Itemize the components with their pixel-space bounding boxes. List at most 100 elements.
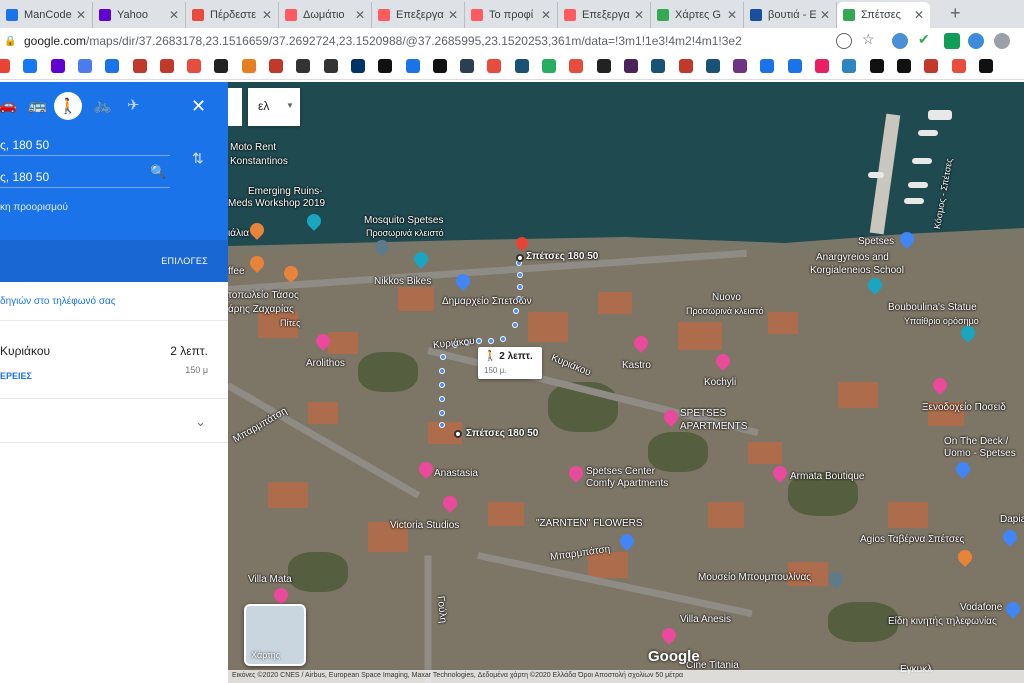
bookmark-icon[interactable] — [487, 59, 502, 73]
place-label[interactable]: Bouboulina's Statue — [888, 302, 977, 313]
bookmark-icon[interactable] — [678, 59, 693, 73]
place-label[interactable]: Villa Mata — [248, 574, 292, 585]
bookmark-icon[interactable] — [815, 59, 829, 73]
language-selector[interactable]: ελ ▼ — [248, 88, 300, 126]
place-label[interactable]: Moto Rent — [230, 142, 276, 153]
transit-mode-icon[interactable]: 🚌 — [28, 96, 47, 114]
place-label[interactable]: τοπωλείο Τάσος — [228, 290, 299, 301]
bookmark-icon[interactable] — [896, 59, 911, 73]
close-tab-icon[interactable]: ✕ — [727, 8, 737, 22]
walk-mode-icon[interactable]: 🚶 — [54, 92, 82, 120]
bookmark-icon[interactable] — [350, 59, 365, 73]
walk-time-callout[interactable]: 🚶 2 λεπτ. 150 μ. — [478, 347, 542, 379]
close-tab-icon[interactable]: ✕ — [262, 8, 272, 22]
place-label[interactable]: On The Deck / — [944, 436, 1008, 447]
bookmark-icon[interactable] — [787, 59, 802, 73]
place-label[interactable]: Victoria Studios — [390, 520, 459, 531]
place-label[interactable]: Kastro — [622, 360, 651, 371]
origin-label[interactable]: Σπέτσες 180 50 — [466, 428, 538, 439]
bookmark-icon[interactable] — [623, 59, 638, 73]
bookmark-icon[interactable] — [705, 59, 720, 73]
satellite-map[interactable]: ελ ▼ Σπέτσες 180 50 Σπέτσες 180 50 🚶 2 λε… — [228, 82, 1024, 683]
bookmark-icon[interactable] — [924, 59, 939, 73]
extension-icon[interactable] — [968, 33, 984, 49]
bookmark-icon[interactable] — [405, 59, 420, 73]
bookmark-icon[interactable] — [296, 59, 311, 73]
extension-cloud-icon[interactable] — [892, 33, 908, 49]
place-label[interactable]: Konstantinos — [230, 156, 288, 167]
close-tab-icon[interactable]: ✕ — [76, 8, 86, 22]
browser-tab[interactable]: Επεξεργα ✕ — [558, 2, 651, 28]
search-icon[interactable]: 🔍 — [150, 164, 166, 180]
browser-tab[interactable]: Δωμάτιο ✕ — [279, 2, 372, 28]
bike-mode-icon[interactable]: 🚲 — [93, 96, 112, 114]
place-label[interactable]: Villa Anesis — [680, 614, 731, 625]
car-mode-icon[interactable]: 🚗 — [0, 96, 17, 114]
place-label[interactable]: SPETSES — [680, 408, 726, 419]
browser-tab[interactable]: βουτιά - E ✕ — [744, 2, 837, 28]
close-tab-icon[interactable]: ✕ — [169, 8, 179, 22]
zoom-icon[interactable] — [836, 33, 852, 49]
place-label[interactable]: Agios Ταβέρνα Σπέτσες — [860, 534, 964, 545]
place-label[interactable]: Korgialeneios School — [810, 265, 904, 276]
new-tab-button[interactable]: + — [950, 3, 961, 24]
bookmark-icon[interactable] — [105, 59, 120, 73]
browser-tab[interactable]: Σπέτσες ✕ — [837, 2, 930, 28]
add-destination-link[interactable]: κη προορισμού — [0, 202, 68, 213]
close-tab-icon[interactable]: ✕ — [541, 8, 551, 22]
bookmark-icon[interactable] — [0, 59, 10, 73]
bookmark-icon[interactable] — [542, 59, 556, 73]
map-type-toggle[interactable]: Χάρτης — [244, 604, 306, 666]
place-label[interactable]: Δημαρχείο Σπετσών — [442, 296, 532, 307]
place-label[interactable]: Dapia S — [1000, 514, 1024, 525]
close-tab-icon[interactable]: ✕ — [820, 8, 830, 22]
place-label[interactable]: Μουσείο Μπουμπουλίνας — [698, 572, 811, 583]
place-label[interactable]: ιάλια — [228, 228, 249, 239]
route-details-link[interactable]: ΕΡΕΙΕΣ — [0, 371, 32, 381]
close-tab-icon[interactable]: ✕ — [355, 8, 365, 22]
place-label[interactable]: Meds Workshop 2019 — [228, 198, 325, 209]
bookmark-icon[interactable] — [733, 59, 748, 73]
place-label[interactable]: Kochyli — [704, 377, 736, 388]
place-label[interactable]: Emerging Ruins- — [248, 186, 322, 197]
destination-label[interactable]: Σπέτσες 180 50 — [526, 251, 598, 262]
place-label[interactable]: Mosquito Spetses — [364, 215, 444, 226]
bookmark-icon[interactable] — [241, 59, 256, 73]
bookmark-icon[interactable] — [23, 59, 38, 73]
browser-tab[interactable]: Πέρδεστε ✕ — [186, 2, 279, 28]
bookmark-icon[interactable] — [514, 59, 529, 73]
place-label[interactable]: APARTMENTS — [680, 421, 747, 432]
bookmark-icon[interactable] — [569, 59, 584, 73]
bookmark-icon[interactable] — [269, 59, 283, 73]
bookmark-icon[interactable] — [869, 59, 884, 73]
bookmark-icon[interactable] — [651, 59, 666, 73]
bookmark-icon[interactable] — [50, 59, 65, 73]
place-label[interactable]: Ξενοδοχείο Ποσειδ — [922, 402, 1006, 413]
bookmark-icon[interactable] — [159, 59, 174, 73]
close-tab-icon[interactable]: ✕ — [634, 8, 644, 22]
browser-tab[interactable]: Επεξεργα ✕ — [372, 2, 465, 28]
bookmark-icon[interactable] — [596, 59, 611, 73]
place-label[interactable]: Arolithos — [306, 358, 345, 369]
bookmark-icon[interactable] — [951, 59, 966, 73]
bookmark-icon[interactable] — [760, 59, 775, 73]
place-label[interactable]: Nuovo — [712, 292, 741, 303]
place-label[interactable]: Spetses Center — [586, 466, 655, 477]
bookmark-icon[interactable] — [214, 59, 229, 73]
browser-tab[interactable]: Yahoo ✕ — [93, 2, 186, 28]
bookmark-icon[interactable] — [842, 59, 857, 73]
destination-marker[interactable] — [516, 254, 524, 262]
close-tab-icon[interactable]: ✕ — [448, 8, 458, 22]
destination-field[interactable]: ς, 180 50 — [0, 164, 170, 188]
star-icon[interactable]: ☆ — [862, 31, 878, 47]
extension-check-icon[interactable]: ✔ — [918, 31, 934, 47]
place-label[interactable]: Vodafone — [960, 602, 1002, 613]
profile-avatar-icon[interactable] — [994, 33, 1010, 49]
bookmark-icon[interactable] — [77, 59, 92, 73]
bookmark-icon[interactable] — [187, 59, 202, 73]
bookmark-icon[interactable] — [978, 59, 993, 73]
bookmark-icon[interactable] — [132, 59, 147, 73]
place-label[interactable]: Anastasia — [434, 468, 478, 479]
bookmark-icon[interactable] — [378, 59, 393, 73]
extension-checkbox-icon[interactable] — [944, 33, 960, 49]
